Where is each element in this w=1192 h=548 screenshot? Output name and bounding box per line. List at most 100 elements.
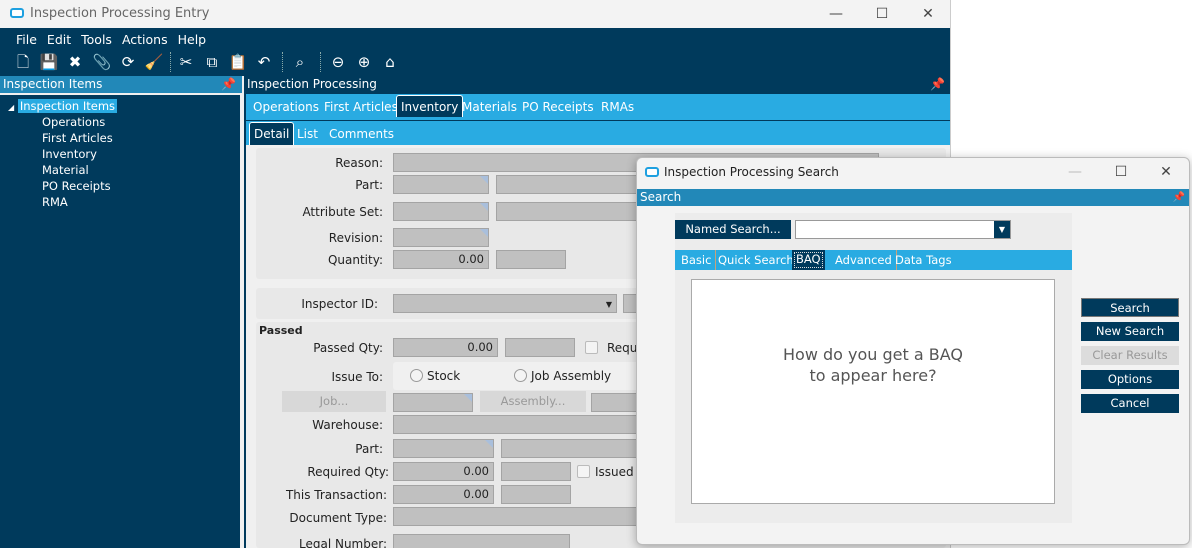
assembly-button[interactable]: Assembly... [480,391,586,412]
issue-to-label: Issue To: [331,370,383,384]
tab-quick-search[interactable]: Quick Search [714,250,798,270]
panel-header: Inspection Processing 📌 [244,76,950,93]
home-icon[interactable]: ⌂ [380,52,400,72]
minimize-button[interactable]: — [1065,162,1085,182]
tab-advanced[interactable]: Advanced [831,250,897,270]
tree-root[interactable]: ◢ Inspection Items [0,98,240,114]
cancel-button[interactable]: Cancel [1081,394,1179,413]
issue-part-label: Part: [355,442,383,456]
this-transaction-uom-field [501,485,571,504]
passed-qty-label: Passed Qty: [313,341,383,355]
app-icon [645,167,659,177]
passed-qty-field[interactable]: 0.00 [393,338,498,357]
this-transaction-field[interactable]: 0.00 [393,485,494,504]
tab-list[interactable]: List [293,123,322,145]
pin-icon[interactable]: 📌 [1173,189,1185,206]
maximize-button[interactable]: ☐ [872,4,892,24]
baq-results-area[interactable]: How do you get a BAQ to appear here? [691,279,1055,504]
paste-icon[interactable]: 📋 [228,52,248,72]
tab-data-tags[interactable]: Data Tags [891,250,956,270]
tab-detail[interactable]: Detail [249,122,295,145]
tree-item-po-receipts[interactable]: PO Receipts [0,178,240,194]
document-type-label: Document Type: [289,511,387,525]
tree-item-first-articles[interactable]: First Articles [0,130,240,146]
attribute-set-field[interactable] [393,202,489,221]
named-search-button[interactable]: Named Search... [675,220,791,239]
menu-edit[interactable]: Edit [47,32,71,47]
job-field[interactable] [393,393,473,412]
legal-number-label: Legal Number: [298,537,387,548]
close-button[interactable]: ✕ [918,4,938,24]
copy-icon[interactable]: ⧉ [202,52,222,72]
tab-operations[interactable]: Operations [249,96,323,118]
options-button[interactable]: Options [1081,370,1179,389]
search-header-title: Search [640,190,682,204]
panel-header: Inspection Items 📌 [0,76,242,93]
panel-title: Inspection Items [3,77,103,91]
window-title: Inspection Processing Entry [30,6,210,21]
maximize-button[interactable]: ☐ [1111,162,1131,182]
job-assembly-radio[interactable] [514,369,527,382]
issued-checkbox[interactable] [577,465,590,478]
revision-field[interactable] [393,228,489,247]
tab-baq[interactable]: BAQ [792,250,825,270]
sub-tabs: Detail List Comments [246,121,950,145]
warehouse-label: Warehouse: [312,418,383,432]
new-search-button[interactable]: New Search [1081,322,1179,341]
job-assembly-label: Job Assembly [531,369,612,383]
collapse-icon[interactable]: ◢ [8,103,14,112]
job-button[interactable]: Job... [282,391,386,412]
menu-bar: File Edit Tools Actions Help [16,32,216,47]
back-icon[interactable]: ⊖ [328,52,348,72]
clear-icon[interactable]: 🧹 [144,52,164,72]
toolbar-separator [320,52,322,72]
menu-file[interactable]: File [16,32,37,47]
attribute-set-label: Attribute Set: [302,205,383,219]
menu-help[interactable]: Help [178,32,207,47]
pin-icon[interactable]: 📌 [221,76,236,93]
tab-po-receipts[interactable]: PO Receipts [518,96,598,118]
tab-inventory[interactable]: Inventory [396,95,464,117]
minimize-button[interactable]: — [826,4,846,24]
dropdown-arrow-icon[interactable]: ▼ [606,300,612,309]
menu-tools[interactable]: Tools [81,32,112,47]
tree-item-inventory[interactable]: Inventory [0,146,240,162]
dropdown-arrow-icon[interactable]: ▼ [994,221,1010,238]
inspection-items-panel: Inspection Items 📌 ◢ Inspection Items Ope… [0,76,242,548]
pin-icon[interactable]: 📌 [930,76,945,93]
search-tabs: Basic Quick Search BAQ Advanced Data Tag… [675,250,1072,270]
tree-item-operations[interactable]: Operations [0,114,240,130]
baq-message-line2: to appear here? [809,366,937,385]
tab-rmas[interactable]: RMAs [597,96,638,118]
tree-item-rma[interactable]: RMA [0,194,240,210]
undo-icon[interactable]: ↶ [254,52,274,72]
quantity-field: 0.00 [393,250,489,269]
refresh-icon[interactable]: ⟳ [118,52,138,72]
issue-part-field[interactable] [393,439,494,458]
inspector-id-combo[interactable]: ▼ [393,294,617,313]
tab-comments[interactable]: Comments [325,123,398,145]
tab-materials[interactable]: Materials [458,96,521,118]
forward-icon[interactable]: ⊕ [354,52,374,72]
delete-icon[interactable]: ✖ [65,52,85,72]
dialog-title: Inspection Processing Search [664,165,839,179]
search-button[interactable]: Search [1081,298,1179,317]
named-search-combo[interactable]: ▼ [795,220,1011,239]
toolbar-separator [282,52,284,72]
stock-radio[interactable] [410,369,423,382]
tab-basic[interactable]: Basic [677,250,717,270]
save-icon[interactable]: 💾 [39,52,59,72]
inspection-processing-search-dialog: Inspection Processing Search — ☐ ✕ Searc… [636,157,1190,545]
menu-actions[interactable]: Actions [122,32,168,47]
quantity-uom-field [496,250,566,269]
part-field[interactable] [393,175,489,194]
requ-checkbox[interactable] [585,341,598,354]
new-icon[interactable]: 🗋 [13,52,33,72]
app-icon [10,8,24,18]
attach-icon[interactable]: 📎 [92,52,112,72]
tree-item-material[interactable]: Material [0,162,240,178]
close-button[interactable]: ✕ [1156,162,1176,182]
cut-icon[interactable]: ✂ [176,52,196,72]
search-binoculars-icon[interactable]: ⌕ [290,52,310,72]
tab-first-articles[interactable]: First Articles [320,96,402,118]
